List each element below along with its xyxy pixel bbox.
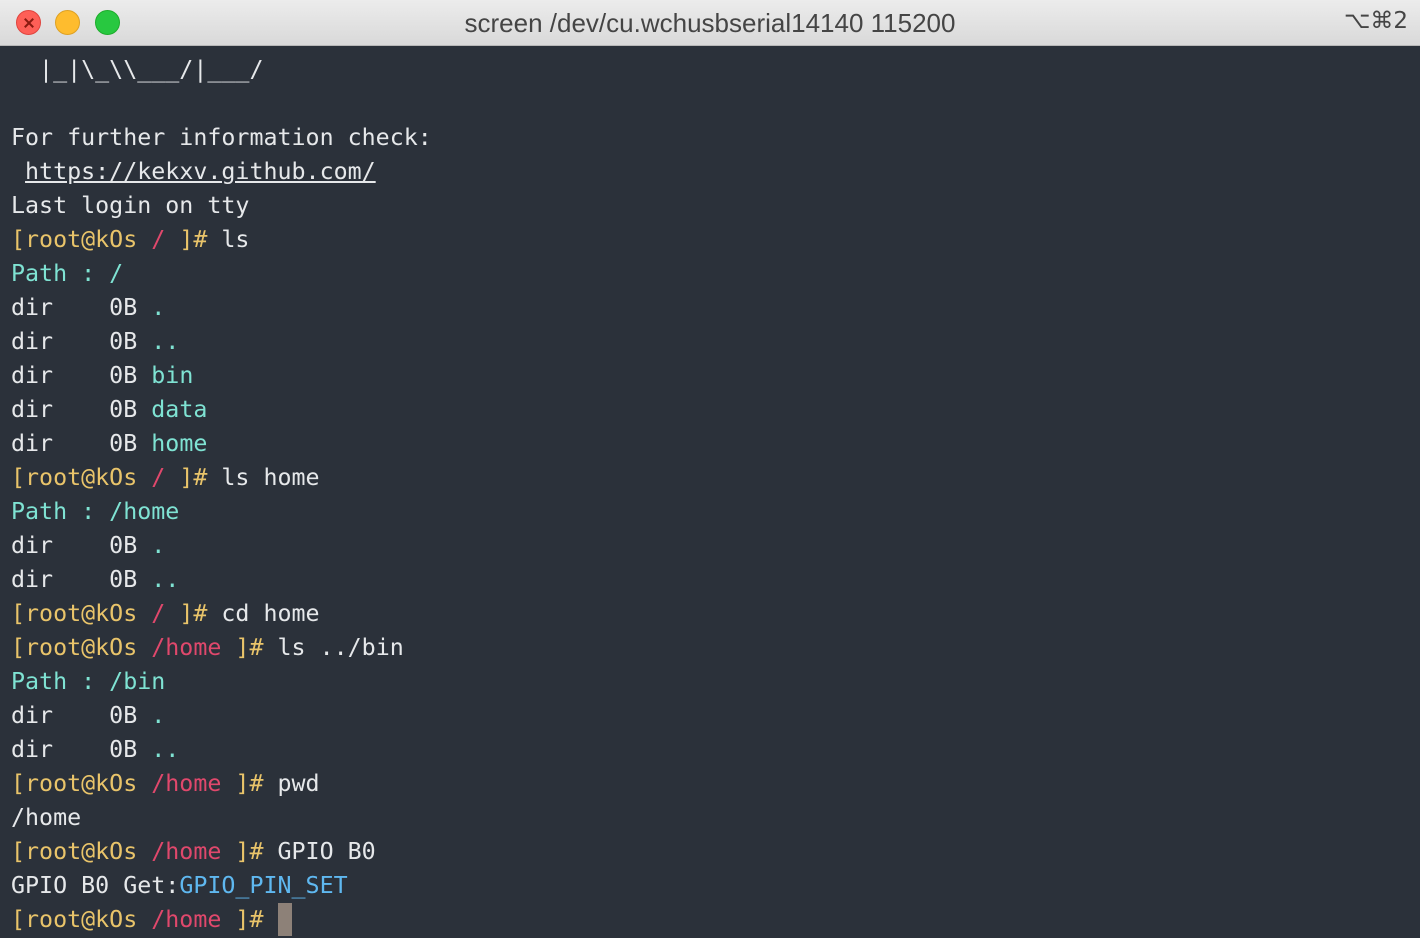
prompt-line: [root@kOs /home ]# GPIO B0: [11, 835, 1420, 869]
prompt-user: [root@kOs: [11, 770, 138, 797]
dir-name: ..: [151, 566, 180, 593]
banner-line: |_|\_\\___/|___/: [11, 56, 264, 83]
prompt-path: /: [137, 226, 180, 253]
dir-meta: dir 0B: [11, 362, 152, 389]
terminal-window: screen /dev/cu.wchusbserial14140 115200 …: [0, 0, 1420, 938]
dir-meta: dir 0B: [11, 294, 152, 321]
dir-entry: dir 0B .: [11, 291, 1420, 325]
dir-entry: dir 0B bin: [11, 359, 1420, 393]
window-shortcut: ⌥⌘2: [1343, 8, 1408, 34]
dir-meta: dir 0B: [11, 396, 152, 423]
dir-entry: dir 0B ..: [11, 563, 1420, 597]
path-line: Path : /: [11, 260, 124, 287]
prompt-user: [root@kOs: [11, 906, 138, 933]
dir-entry: dir 0B data: [11, 393, 1420, 427]
prompt-user: [root@kOs: [11, 226, 138, 253]
info-text: For further information check:: [11, 124, 432, 151]
output-line: GPIO B0 Get:GPIO_PIN_SET: [11, 869, 1420, 903]
title-bar[interactable]: screen /dev/cu.wchusbserial14140 115200 …: [0, 0, 1420, 46]
command-input[interactable]: [263, 906, 277, 933]
prompt-symbol: ]#: [235, 838, 264, 865]
command-text: cd home: [207, 600, 320, 627]
dir-name: ..: [151, 328, 180, 355]
url-link[interactable]: https://kekxv.github.com/: [25, 158, 376, 185]
dir-name: .: [151, 532, 166, 559]
prompt-path: /: [137, 600, 180, 627]
command-text: ls home: [207, 464, 320, 491]
dir-meta: dir 0B: [11, 532, 152, 559]
path-line: Path : /home: [11, 498, 180, 525]
command-text: ls ../bin: [263, 634, 404, 661]
prompt-path: /home: [137, 770, 236, 797]
window-title: screen /dev/cu.wchusbserial14140 115200: [464, 8, 956, 38]
dir-name: ..: [151, 736, 180, 763]
dir-name: .: [151, 294, 166, 321]
url-line: https://kekxv.github.com/: [11, 155, 1420, 189]
prompt-user: [root@kOs: [11, 600, 138, 627]
prompt-symbol: ]#: [235, 906, 264, 933]
dir-entry: dir 0B home: [11, 427, 1420, 461]
gpio-label: GPIO B0 Get:: [11, 872, 180, 899]
prompt-line: [root@kOs / ]# ls home: [11, 461, 1420, 495]
dir-name: home: [151, 430, 208, 457]
prompt-line: [root@kOs / ]# cd home: [11, 597, 1420, 631]
prompt-symbol: ]#: [235, 770, 264, 797]
dir-entry: dir 0B .: [11, 529, 1420, 563]
output-line: /home: [11, 804, 82, 831]
prompt-symbol: ]#: [179, 600, 208, 627]
prompt-user: [root@kOs: [11, 464, 138, 491]
dir-name: bin: [151, 362, 194, 389]
command-text: ls: [207, 226, 250, 253]
dir-meta: dir 0B: [11, 566, 152, 593]
prompt-path: /home: [137, 634, 236, 661]
gpio-value: GPIO_PIN_SET: [179, 872, 348, 899]
prompt-path: /home: [137, 838, 236, 865]
dir-meta: dir 0B: [11, 328, 152, 355]
path-line: Path : /bin: [11, 668, 166, 695]
prompt-user: [root@kOs: [11, 634, 138, 661]
dir-name: data: [151, 396, 208, 423]
dir-entry: dir 0B .: [11, 699, 1420, 733]
cursor-block: [277, 903, 292, 936]
dir-entry: dir 0B ..: [11, 733, 1420, 767]
prompt-line: [root@kOs /home ]# ls ../bin: [11, 631, 1420, 665]
prompt-line: [root@kOs /home ]# pwd: [11, 767, 1420, 801]
prompt-symbol: ]#: [179, 464, 208, 491]
terminal-output[interactable]: |_|\_\\___/|___/ For further information…: [11, 53, 1420, 938]
dir-entry: dir 0B ..: [11, 325, 1420, 359]
prompt-user: [root@kOs: [11, 838, 138, 865]
prompt-symbol: ]#: [235, 634, 264, 661]
dir-name: .: [151, 702, 166, 729]
last-login-line: Last login on tty: [11, 192, 250, 219]
prompt-path: /home: [137, 906, 236, 933]
command-text: pwd: [263, 770, 320, 797]
dir-meta: dir 0B: [11, 430, 152, 457]
prompt-line: [root@kOs / ]# ls: [11, 223, 1420, 257]
dir-meta: dir 0B: [11, 702, 152, 729]
dir-meta: dir 0B: [11, 736, 152, 763]
active-prompt-line[interactable]: [root@kOs /home ]#: [11, 903, 1420, 937]
command-text: GPIO B0: [263, 838, 376, 865]
prompt-path: /: [137, 464, 180, 491]
prompt-symbol: ]#: [179, 226, 208, 253]
